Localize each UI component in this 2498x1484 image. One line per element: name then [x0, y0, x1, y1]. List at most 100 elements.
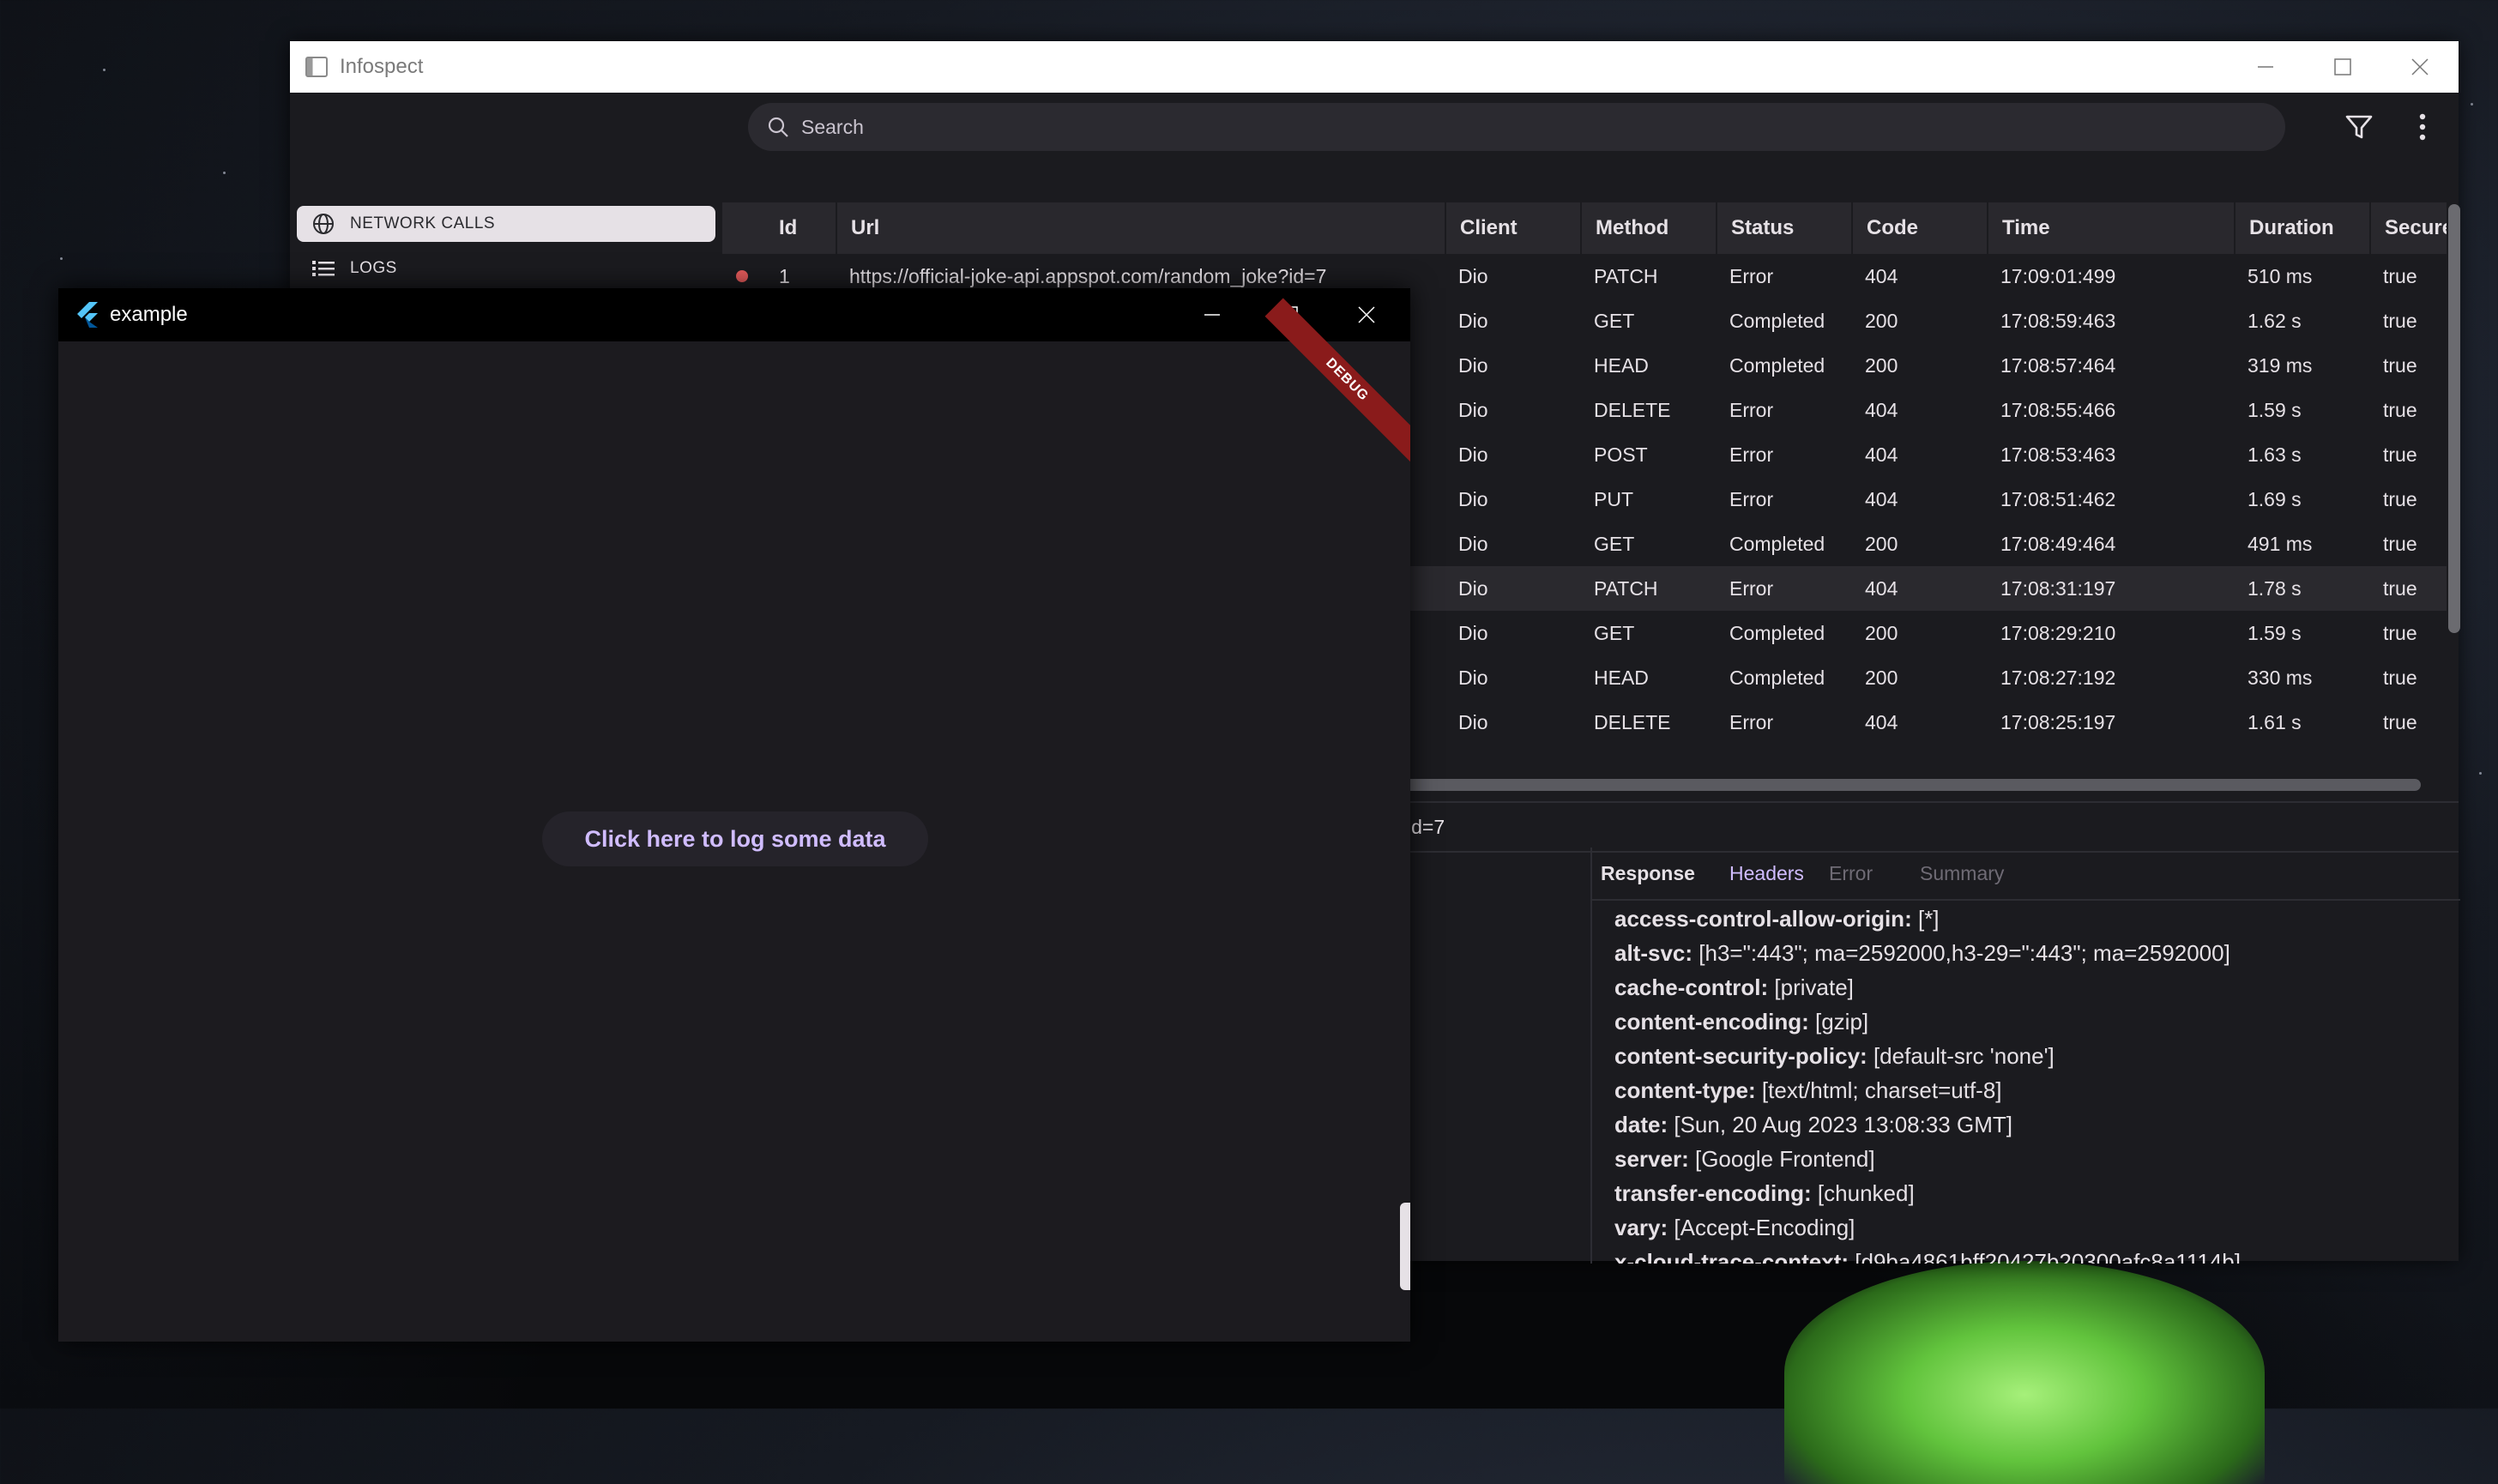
- cell-client: Dio: [1458, 577, 1488, 600]
- cell-client: Dio: [1458, 310, 1488, 332]
- cell-status: Completed: [1729, 667, 1825, 689]
- column-header-url[interactable]: Url: [836, 202, 1451, 254]
- close-button[interactable]: [2381, 41, 2459, 93]
- filter-icon: [2345, 115, 2373, 139]
- search-input[interactable]: [799, 114, 2175, 140]
- header-key: date:: [1614, 1112, 1668, 1137]
- cell-method: HEAD: [1594, 667, 1649, 689]
- window-title: example: [110, 303, 188, 326]
- cell-method: DELETE: [1594, 399, 1671, 421]
- headers-pane: access-control-allow-origin: [*] alt-svc:…: [1590, 899, 2460, 1264]
- cell-duration: 1.59 s: [2248, 622, 2302, 644]
- header-line: cache-control: [private]: [1614, 974, 1854, 1001]
- header-line: transfer-encoding: [chunked]: [1614, 1180, 1915, 1207]
- cell-duration: 1.78 s: [2248, 577, 2302, 600]
- header-value: [Accept-Encoding]: [1674, 1215, 1855, 1240]
- tab-error[interactable]: Error: [1829, 848, 1873, 899]
- cell-method: GET: [1594, 622, 1635, 644]
- header-value: [gzip]: [1815, 1009, 1869, 1035]
- infospect-titlebar[interactable]: Infospect: [290, 41, 2459, 93]
- cell-client: Dio: [1458, 622, 1488, 644]
- cell-client: Dio: [1458, 265, 1488, 287]
- close-icon: [1358, 306, 1375, 323]
- cell-duration: 1.62 s: [2248, 310, 2302, 332]
- column-header-time[interactable]: Time: [1987, 202, 2234, 254]
- cell-secure: true: [2383, 399, 2417, 421]
- cell-time: 17:08:57:464: [2000, 354, 2116, 377]
- tab-headers[interactable]: Headers: [1729, 848, 1804, 899]
- header-line: access-control-allow-origin: [*]: [1614, 906, 1940, 932]
- search-icon: [767, 116, 789, 138]
- cell-duration: 510 ms: [2248, 265, 2313, 287]
- header-value: [private]: [1774, 974, 1854, 1000]
- cell-status: Error: [1729, 399, 1774, 421]
- cell-duration: 330 ms: [2248, 667, 2313, 689]
- column-header-method[interactable]: Method: [1580, 202, 1716, 254]
- example-window: example DEBUG Click here to log some dat…: [58, 288, 1410, 1342]
- cell-code: 200: [1865, 310, 1898, 332]
- cell-status: Error: [1729, 488, 1774, 510]
- header-value: [*]: [1917, 906, 1940, 932]
- column-header-duration[interactable]: Duration: [2234, 202, 2369, 254]
- filter-button[interactable]: [2335, 103, 2383, 151]
- sidebar-item-network-calls[interactable]: NETWORK CALLS: [297, 206, 715, 242]
- column-header-status[interactable]: Status: [1716, 202, 1851, 254]
- cell-time: 17:08:27:192: [2000, 667, 2116, 689]
- cell-code: 404: [1865, 488, 1898, 510]
- window-title: Infospect: [340, 55, 424, 78]
- minimize-icon: [1204, 314, 1220, 316]
- table-vertical-scrollbar[interactable]: [2448, 204, 2460, 633]
- example-titlebar[interactable]: example: [58, 288, 1410, 341]
- cell-client: Dio: [1458, 711, 1488, 733]
- more-options-button[interactable]: [2398, 103, 2447, 151]
- cell-secure: true: [2383, 354, 2417, 377]
- cell-client: Dio: [1458, 399, 1488, 421]
- header-line: content-security-policy: [default-src 'n…: [1614, 1043, 2055, 1070]
- cell-client: Dio: [1458, 443, 1488, 466]
- search-bar[interactable]: [748, 103, 2285, 151]
- sidebar-item-logs[interactable]: LOGS: [297, 250, 715, 287]
- column-header-secure[interactable]: Secure: [2369, 202, 2447, 254]
- tab-response[interactable]: Response: [1601, 848, 1695, 899]
- column-header-code[interactable]: Code: [1851, 202, 1987, 254]
- tent-image: [1784, 1261, 2265, 1484]
- column-header-client[interactable]: Client: [1445, 202, 1580, 254]
- header-line: x-cloud-trace-context: [d9ba4861bff20427…: [1614, 1249, 2241, 1264]
- globe-icon: [311, 213, 336, 235]
- header-key: content-encoding:: [1614, 1009, 1809, 1035]
- minimize-button[interactable]: [1174, 288, 1251, 341]
- app-icon: [305, 57, 328, 77]
- cell-time: 17:08:51:462: [2000, 488, 2116, 510]
- cell-client: Dio: [1458, 533, 1488, 555]
- cell-status: Completed: [1729, 310, 1825, 332]
- header-line: content-encoding: [gzip]: [1614, 1009, 1868, 1035]
- cell-duration: 1.61 s: [2248, 711, 2302, 733]
- table-header: Id Url Client Method Status Code Time Du…: [722, 202, 2447, 254]
- cell-status: Error: [1729, 265, 1774, 287]
- cell-status: Error: [1729, 443, 1774, 466]
- cell-duration: 1.63 s: [2248, 443, 2302, 466]
- header-key: transfer-encoding:: [1614, 1180, 1812, 1206]
- log-data-button[interactable]: Click here to log some data: [542, 811, 928, 866]
- cell-code: 404: [1865, 711, 1898, 733]
- status-dot-icon: [736, 270, 748, 282]
- header-line: alt-svc: [h3=":443"; ma=2592000,h3-29=":…: [1614, 940, 2230, 967]
- maximize-button[interactable]: [2304, 41, 2381, 93]
- header-line: server: [Google Frontend]: [1614, 1146, 1875, 1173]
- column-header-id[interactable]: Id: [765, 202, 825, 254]
- header-line: content-type: [text/html; charset=utf-8]: [1614, 1077, 2002, 1104]
- cell-time: 17:08:53:463: [2000, 443, 2116, 466]
- tab-summary[interactable]: Summary: [1920, 848, 2004, 899]
- minimize-button[interactable]: [2227, 41, 2304, 93]
- cell-time: 17:08:25:197: [2000, 711, 2116, 733]
- cell-status: Error: [1729, 711, 1774, 733]
- cell-method: PUT: [1594, 488, 1633, 510]
- cell-code: 200: [1865, 354, 1898, 377]
- cell-method: GET: [1594, 533, 1635, 555]
- scrollbar-thumb[interactable]: [1400, 1203, 1410, 1290]
- close-button[interactable]: [1328, 288, 1405, 341]
- cell-secure: true: [2383, 488, 2417, 510]
- cell-code: 404: [1865, 399, 1898, 421]
- header-key: cache-control:: [1614, 974, 1769, 1000]
- cell-status: Completed: [1729, 622, 1825, 644]
